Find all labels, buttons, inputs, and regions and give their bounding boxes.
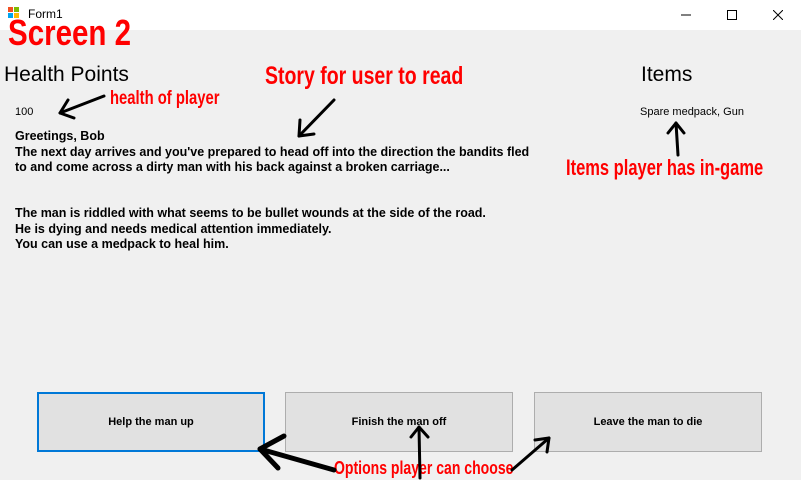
health-annotation: health of player — [110, 88, 220, 109]
story-text-intro: Greetings, Bob The next day arrives and … — [15, 129, 530, 174]
arrow-to-health-icon — [58, 94, 106, 120]
items-value: Spare medpack, Gun — [640, 106, 744, 118]
close-button[interactable] — [755, 0, 801, 30]
options-annotation: Options player can choose — [334, 458, 514, 478]
health-value: 100 — [15, 106, 34, 118]
close-icon — [773, 10, 783, 20]
help-man-button[interactable]: Help the man up — [37, 392, 265, 452]
items-heading: Items — [641, 63, 693, 86]
minimize-icon — [681, 14, 691, 16]
health-heading: Health Points — [4, 63, 129, 86]
maximize-button[interactable] — [709, 0, 755, 30]
items-annotation: Items player has in-game — [566, 155, 764, 180]
story-text-situation: The man is riddled with what seems to be… — [15, 206, 486, 251]
finish-man-button[interactable]: Finish the man off — [285, 392, 513, 452]
maximize-icon — [727, 10, 737, 20]
minimize-button[interactable] — [663, 0, 709, 30]
story-annotation: Story for user to read — [265, 62, 464, 90]
screen-title-annotation: Screen 2 — [8, 12, 132, 53]
leave-man-button[interactable]: Leave the man to die — [534, 392, 762, 452]
arrow-to-items-icon — [666, 121, 686, 157]
